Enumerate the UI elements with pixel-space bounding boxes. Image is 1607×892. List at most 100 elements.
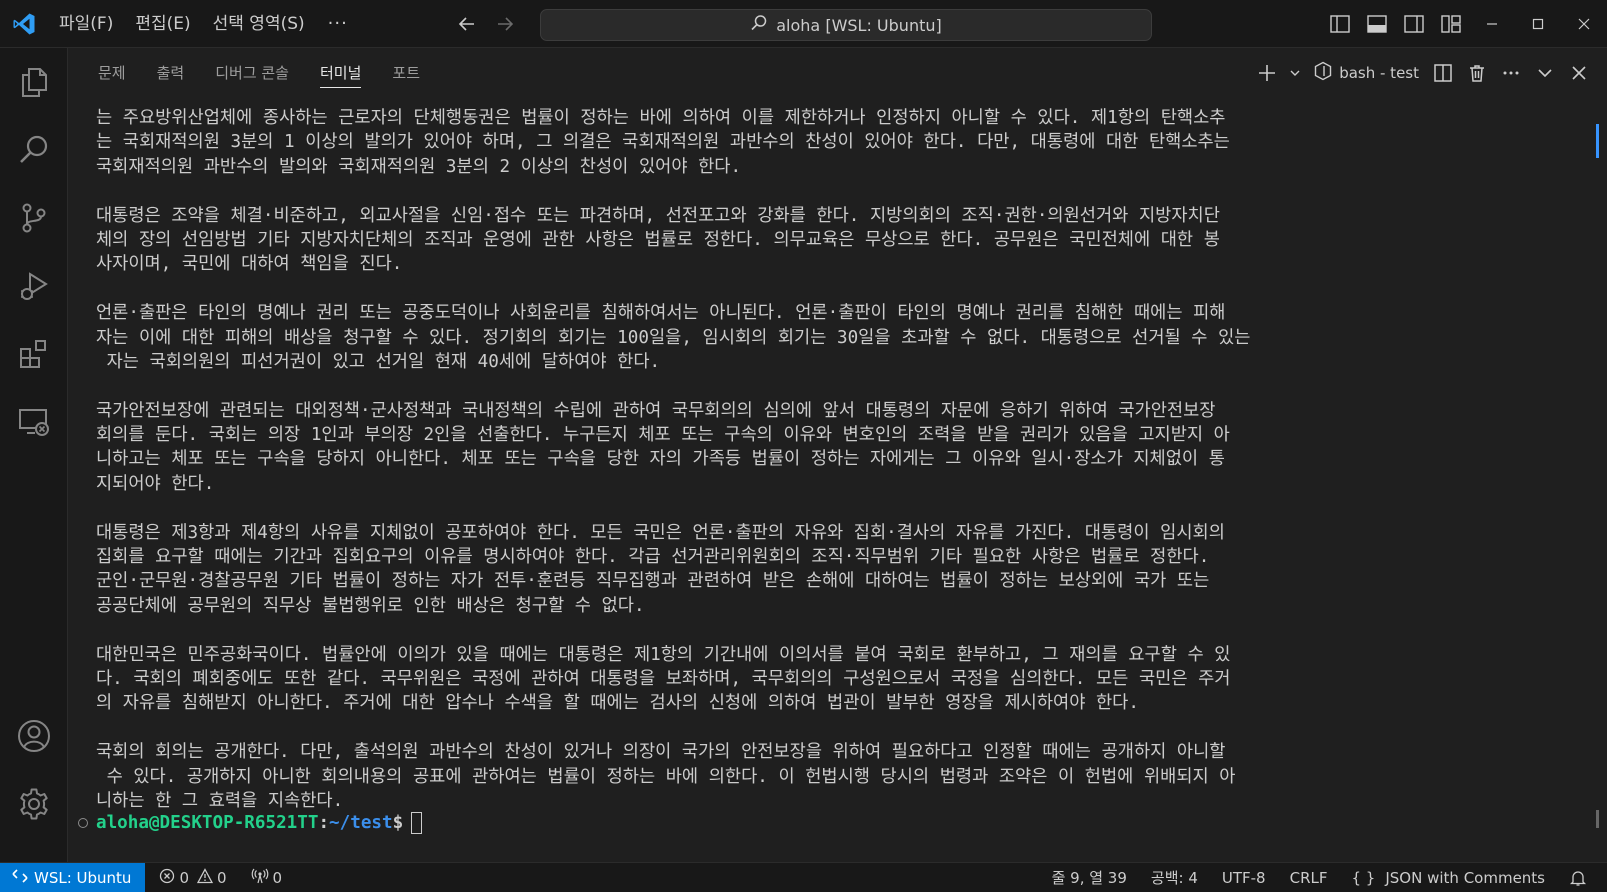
vscode-logo-icon: [0, 0, 48, 48]
more-actions-icon[interactable]: [1497, 59, 1525, 87]
settings-gear-icon[interactable]: [14, 784, 54, 824]
maximize-panel-chevron-icon[interactable]: [1531, 59, 1559, 87]
remote-explorer-icon[interactable]: [14, 402, 54, 442]
terminal-panel: 문제 출력 디버그 콘솔 터미널 포트 bash - test 는 주요방위산업…: [68, 48, 1607, 862]
broadcast-icon: [251, 868, 269, 888]
activity-bar: [0, 48, 68, 862]
terminal-line: 는 국회재적의원 3분의 1 이상의 발의가 있어야 하며, 그 의결은 국회재…: [96, 132, 1230, 153]
terminal-scrollbar-thumb[interactable]: [1596, 124, 1599, 158]
accounts-icon[interactable]: [14, 716, 54, 756]
error-count: 0: [179, 868, 189, 887]
remote-indicator[interactable]: WSL: Ubuntu: [0, 862, 146, 892]
prompt-user-host: aloha@DESKTOP-R6521TT: [96, 813, 319, 833]
close-window-icon[interactable]: [1561, 0, 1607, 48]
search-sidebar-icon[interactable]: [14, 130, 54, 170]
terminal-line: 대한민국은 민주공화국이다. 법률안에 이의가 있을 때에는 대통령은 제1항의…: [96, 644, 1231, 665]
maximize-icon[interactable]: [1515, 0, 1561, 48]
ports-count: 0: [272, 868, 283, 887]
forward-arrow-icon[interactable]: [493, 12, 517, 36]
terminal-output[interactable]: 는 주요방위산업체에 종사하는 근로자의 단체행동권은 법률이 정하는 바에 의…: [96, 106, 1540, 813]
warning-icon: [196, 867, 214, 888]
explorer-icon[interactable]: [14, 62, 54, 102]
terminal-instance[interactable]: bash - test: [1313, 61, 1419, 85]
extensions-icon[interactable]: [14, 334, 54, 374]
new-terminal-plus-icon[interactable]: [1253, 59, 1281, 87]
prompt-separator: :: [318, 813, 330, 833]
terminal-line: 자는 국회의원의 피선거권이 있고 선거일 현재 40세에 달하여야 한다.: [96, 351, 661, 372]
terminal-scrollbar-marker: [1596, 810, 1599, 828]
tab-problems[interactable]: 문제: [98, 48, 126, 98]
tab-terminal[interactable]: 터미널: [320, 48, 362, 98]
end-of-line[interactable]: CRLF: [1278, 863, 1340, 892]
terminal-cursor: [411, 812, 423, 834]
tab-output[interactable]: 출력: [157, 48, 185, 98]
terminal-line: 니하고는 체포 또는 구속을 당하지 아니한다. 체포 또는 구속을 당한 자의…: [96, 449, 1225, 470]
terminal-line: 국회재적의원 과반수의 발의와 국회재적의원 3분의 2 이상의 찬성이 있어야…: [96, 156, 742, 177]
toggle-secondary-sidebar-icon[interactable]: [1395, 0, 1432, 48]
prompt-dollar: $: [392, 813, 404, 833]
customize-layout-icon[interactable]: [1432, 0, 1469, 48]
notifications-bell-icon[interactable]: [1557, 863, 1607, 892]
terminal-line: 공공단체에 공무원의 직무상 불법행위로 인한 배상은 청구할 수 없다.: [96, 595, 645, 616]
bash-terminal-icon: [1313, 61, 1333, 85]
terminal-line: 지되어야 한다.: [96, 473, 215, 494]
navigation-arrows: [455, 0, 517, 48]
kill-terminal-trash-icon[interactable]: [1463, 59, 1491, 87]
title-bar: 파일(F) 편집(E) 선택 영역(S) ··· aloha [WSL: Ubu…: [0, 0, 1607, 48]
terminal-prompt[interactable]: aloha@DESKTOP-R6521TT : ~/test $: [78, 810, 423, 836]
terminal-line: 자는 이에 대한 피해의 배상을 청구할 수 있다. 정기회의 회기는 100일…: [96, 327, 1251, 348]
menu-edit[interactable]: 편집(E): [124, 0, 201, 48]
language-mode[interactable]: { } JSON with Comments: [1340, 863, 1558, 892]
panel-actions: bash - test: [1253, 48, 1593, 98]
menu-selection[interactable]: 선택 영역(S): [202, 0, 316, 48]
encoding[interactable]: UTF-8: [1210, 863, 1278, 892]
close-panel-icon[interactable]: [1565, 59, 1593, 87]
problems-indicator[interactable]: 0 0: [151, 863, 234, 892]
warning-count: 0: [216, 868, 227, 887]
back-arrow-icon[interactable]: [455, 12, 479, 36]
terminal-line: 다. 국회의 폐회중에도 또한 같다. 국무위원은 국정에 관하여 대통령을 보…: [96, 668, 1231, 689]
cursor-position[interactable]: 줄 9, 열 39: [1040, 863, 1139, 892]
terminal-line: 사자이며, 국민에 대하여 책임을 진다.: [96, 254, 403, 275]
language-label: JSON with Comments: [1385, 868, 1545, 887]
menu-more-button[interactable]: ···: [316, 13, 360, 34]
terminal-line: 대통령은 조약을 체결·비준하고, 외교사절을 신임·접수 또는 파견하며, 선…: [96, 205, 1220, 226]
terminal-line: 대통령은 제3항과 제4항의 사유를 지체없이 공포하여야 한다. 모든 국민은…: [96, 522, 1225, 543]
status-bar: WSL: Ubuntu 0 0 0 줄 9, 열 39 공백: 4 UTF-8 …: [0, 862, 1607, 892]
error-icon: [159, 868, 175, 888]
command-decoration-icon: [78, 818, 88, 828]
terminal-line: 의 자유를 침해받지 아니한다. 주거에 대한 압수나 수색을 할 때에는 검사…: [96, 693, 1139, 714]
remote-label: WSL: Ubuntu: [34, 868, 132, 887]
toggle-panel-icon[interactable]: [1358, 0, 1395, 48]
menu-bar: 파일(F) 편집(E) 선택 영역(S) ···: [48, 0, 360, 48]
run-debug-icon[interactable]: [14, 266, 54, 306]
terminal-line: 집회를 요구할 때에는 기간과 집회요구의 이유를 명시하여야 한다. 각급 선…: [96, 547, 1210, 568]
tab-debug-console[interactable]: 디버그 콘솔: [215, 48, 289, 98]
split-terminal-icon[interactable]: [1429, 59, 1457, 87]
prompt-path: ~/test: [329, 813, 393, 833]
terminal-profile-chevron-icon[interactable]: [1287, 59, 1303, 87]
terminal-line: 체의 장의 선임방법 기타 지방자치단체의 조직과 운영에 관한 사항은 법률로…: [96, 229, 1220, 250]
terminal-line: 언론·출판은 타인의 명예나 권리 또는 공중도덕이나 사회윤리를 침해하여서는…: [96, 303, 1226, 324]
remote-icon: [12, 868, 28, 888]
terminal-line: 수 있다. 공개하지 아니한 회의내용의 공표에 관하여는 법률이 정하는 바에…: [96, 766, 1236, 787]
minimize-icon[interactable]: [1469, 0, 1515, 48]
command-center-label: aloha [WSL: Ubuntu]: [776, 15, 942, 35]
json-braces-icon: { }: [1351, 868, 1376, 887]
search-icon: [750, 14, 768, 36]
indentation[interactable]: 공백: 4: [1139, 863, 1210, 892]
command-center-search[interactable]: aloha [WSL: Ubuntu]: [540, 9, 1152, 41]
source-control-icon[interactable]: [14, 198, 54, 238]
ports-indicator[interactable]: 0: [243, 863, 291, 892]
terminal-line: 군인·군무원·경찰공무원 기타 법률이 정하는 자가 전투·훈련등 직무집행과 …: [96, 571, 1210, 592]
toggle-primary-sidebar-icon[interactable]: [1321, 0, 1358, 48]
terminal-instance-label: bash - test: [1339, 64, 1419, 82]
tab-ports[interactable]: 포트: [392, 48, 420, 98]
menu-file[interactable]: 파일(F): [48, 0, 124, 48]
